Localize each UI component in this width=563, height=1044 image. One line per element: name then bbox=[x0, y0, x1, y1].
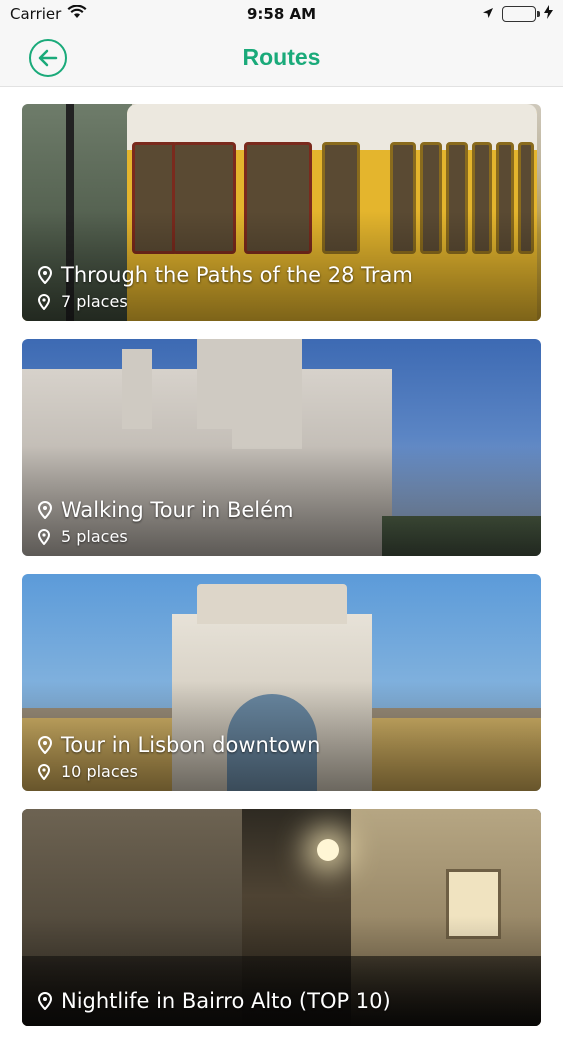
map-pin-icon bbox=[38, 501, 52, 519]
route-info: Through the Paths of the 28 Tram 7 place… bbox=[38, 263, 413, 311]
page-title: Routes bbox=[242, 44, 321, 70]
route-info: Nightlife in Bairro Alto (TOP 10) bbox=[38, 989, 391, 1018]
map-pin-icon bbox=[38, 528, 50, 545]
route-place-count: 5 places bbox=[61, 527, 128, 546]
route-info: Walking Tour in Belém 5 places bbox=[38, 498, 294, 546]
route-title: Walking Tour in Belém bbox=[61, 498, 294, 522]
map-pin-icon bbox=[38, 736, 52, 754]
nav-bar: Routes bbox=[0, 30, 563, 87]
routes-list: Through the Paths of the 28 Tram 7 place… bbox=[22, 104, 541, 1044]
route-card-belem[interactable]: Walking Tour in Belém 5 places bbox=[22, 339, 541, 556]
map-pin-icon bbox=[38, 293, 50, 310]
map-pin-icon bbox=[38, 763, 50, 780]
status-right bbox=[482, 5, 553, 23]
charging-bolt-icon bbox=[544, 5, 553, 23]
battery-icon bbox=[502, 6, 540, 22]
route-title: Through the Paths of the 28 Tram bbox=[61, 263, 413, 287]
route-title: Tour in Lisbon downtown bbox=[61, 733, 321, 757]
location-arrow-icon bbox=[482, 5, 494, 23]
route-place-count: 7 places bbox=[61, 292, 128, 311]
map-pin-icon bbox=[38, 992, 52, 1010]
route-card-bairro-alto[interactable]: Nightlife in Bairro Alto (TOP 10) bbox=[22, 809, 541, 1026]
status-time: 9:58 AM bbox=[246, 5, 317, 23]
route-card-downtown[interactable]: Tour in Lisbon downtown 10 places bbox=[22, 574, 541, 791]
map-pin-icon bbox=[38, 266, 52, 284]
status-bar: Carrier 9:58 AM bbox=[0, 0, 563, 30]
route-place-count: 10 places bbox=[61, 762, 138, 781]
route-info: Tour in Lisbon downtown 10 places bbox=[38, 733, 320, 781]
route-card-28-tram[interactable]: Through the Paths of the 28 Tram 7 place… bbox=[22, 104, 541, 321]
route-title: Nightlife in Bairro Alto (TOP 10) bbox=[61, 989, 391, 1013]
